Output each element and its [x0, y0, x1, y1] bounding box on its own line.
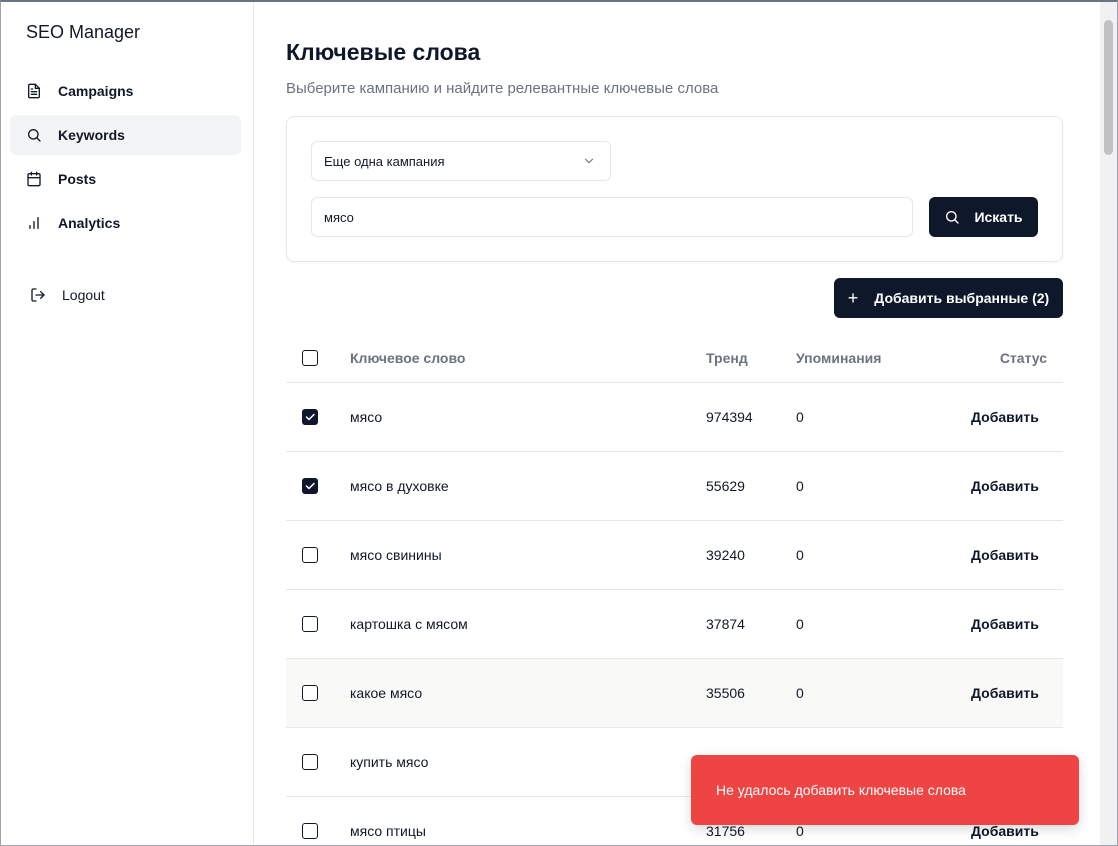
row-checkbox[interactable]: [302, 616, 318, 632]
toast-message: Не удалось добавить ключевые слова: [716, 782, 966, 798]
table-header: Ключевое слово Тренд Упоминания Статус: [286, 334, 1063, 383]
mentions-cell: 0: [796, 547, 804, 563]
trend-cell: 31756: [706, 823, 745, 839]
keyword-cell: мясо птицы: [350, 823, 426, 839]
add-keyword-button[interactable]: Добавить: [971, 823, 1039, 839]
sidebar-item-campaigns[interactable]: Campaigns: [10, 71, 241, 111]
row-checkbox[interactable]: [302, 547, 318, 563]
sidebar-item-posts[interactable]: Posts: [10, 159, 241, 199]
log-out-icon: [29, 286, 47, 304]
add-selected-label: Добавить выбранные (2): [874, 290, 1050, 306]
add-keyword-button[interactable]: Добавить: [971, 685, 1039, 701]
brand-title: SEO Manager: [26, 22, 141, 42]
mentions-cell: 0: [796, 478, 804, 494]
add-keyword-button[interactable]: Добавить: [971, 616, 1039, 632]
search-button[interactable]: Искать: [929, 197, 1038, 237]
table-row: мясо 974394 0 Добавить: [286, 383, 1063, 452]
logout-label: Logout: [62, 287, 105, 303]
campaign-select[interactable]: Еще одна кампания: [311, 141, 611, 181]
chevron-down-icon: [584, 158, 594, 164]
table-row: картошка с мясом 37874 0 Добавить: [286, 590, 1063, 659]
search-button-label: Искать: [974, 209, 1023, 225]
sidebar-item-analytics[interactable]: Analytics: [10, 203, 241, 243]
row-checkbox[interactable]: [302, 754, 318, 770]
scrollbar[interactable]: [1100, 2, 1117, 845]
trend-cell: 55629: [706, 478, 745, 494]
search-icon: [946, 211, 960, 224]
page-title: Ключевые слова: [286, 39, 481, 65]
mentions-cell: 0: [796, 685, 804, 701]
sidebar: SEO Manager Campaigns Keywords Posts Ana…: [1, 2, 254, 845]
campaign-select-value: Еще одна кампания: [324, 153, 445, 169]
header-trend: Тренд: [706, 350, 748, 366]
keyword-cell: мясо: [350, 409, 383, 425]
add-keyword-button[interactable]: Добавить: [971, 409, 1039, 425]
row-checkbox[interactable]: [302, 478, 318, 494]
file-text-icon: [25, 82, 43, 100]
scrollbar-thumb[interactable]: [1104, 20, 1113, 155]
keyword-search-input[interactable]: [311, 197, 913, 237]
check-icon: [305, 482, 315, 490]
header-mentions: Упоминания: [796, 350, 882, 366]
row-checkbox[interactable]: [302, 409, 318, 425]
select-all-checkbox[interactable]: [302, 350, 318, 366]
table-row: мясо свинины 39240 0 Добавить: [286, 521, 1063, 590]
add-keyword-button[interactable]: Добавить: [971, 547, 1039, 563]
check-icon: [305, 413, 315, 421]
add-keyword-button[interactable]: Добавить: [971, 478, 1039, 494]
sidebar-item-label: Campaigns: [58, 83, 134, 99]
keyword-cell: какое мясо: [350, 685, 423, 701]
keyword-cell: мясо в духовке: [350, 478, 449, 494]
bar-chart-icon: [25, 214, 43, 232]
page-subtitle: Выберите кампанию и найдите релевантные …: [286, 80, 719, 97]
error-toast: Не удалось добавить ключевые слова: [691, 755, 1079, 825]
keyword-cell: купить мясо: [350, 754, 429, 770]
mentions-cell: 0: [796, 616, 804, 632]
mentions-cell: 0: [796, 823, 804, 839]
logout-button[interactable]: Logout: [10, 275, 241, 315]
row-checkbox[interactable]: [302, 685, 318, 701]
add-selected-button[interactable]: + Добавить выбранные (2): [834, 278, 1063, 318]
trend-cell: 974394: [706, 409, 753, 425]
sidebar-item-label: Keywords: [58, 127, 125, 143]
mentions-cell: 0: [796, 409, 804, 425]
search-icon: [25, 126, 43, 144]
trend-cell: 37874: [706, 616, 745, 632]
search-card: Еще одна кампания Искать: [286, 116, 1063, 262]
sidebar-item-label: Posts: [58, 171, 97, 187]
header-status: Статус: [999, 350, 1047, 366]
trend-cell: 39240: [706, 547, 745, 563]
keyword-cell: мясо свинины: [350, 547, 442, 563]
app-window: SEO Manager Campaigns Keywords Posts Ana…: [0, 0, 1118, 846]
calendar-icon: [25, 170, 43, 188]
sidebar-item-label: Analytics: [58, 215, 121, 231]
main-content: Ключевые слова Выберите кампанию и найди…: [255, 2, 1100, 845]
keyword-cell: картошка с мясом: [350, 616, 468, 632]
row-checkbox[interactable]: [302, 823, 318, 839]
plus-icon: +: [847, 288, 859, 308]
trend-cell: 35506: [706, 685, 745, 701]
table-row: какое мясо 35506 0 Добавить: [286, 659, 1063, 728]
sidebar-item-keywords[interactable]: Keywords: [10, 115, 241, 155]
header-keyword: Ключевое слово: [350, 350, 466, 366]
table-row: мясо в духовке 55629 0 Добавить: [286, 452, 1063, 521]
